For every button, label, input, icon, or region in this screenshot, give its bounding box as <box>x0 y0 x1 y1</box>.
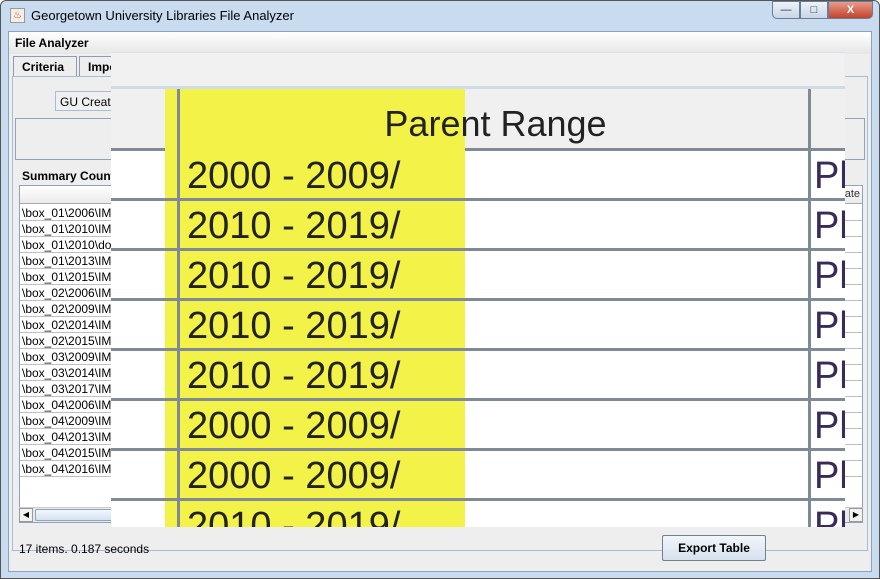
window-title: Georgetown University Libraries File Ana… <box>31 8 294 23</box>
column-divider <box>177 89 180 527</box>
export-table-button[interactable]: Export Table <box>662 535 766 561</box>
parent-range-cell: 2000 - 2009/ <box>187 405 401 447</box>
parent-range-cell: 2010 - 2019/ <box>187 355 401 397</box>
menu-file-analyzer[interactable]: File Analyzer <box>9 32 871 54</box>
magnified-overlay: Parent Range 2000 - 2009/Pl 2010 - 2019/P… <box>111 52 845 527</box>
close-button[interactable]: X <box>828 1 873 19</box>
status-text: 17 items. 0.187 seconds <box>19 542 150 556</box>
parent-range-cell: 2000 - 2009/ <box>187 155 401 197</box>
next-column-cell: Pl <box>814 305 845 347</box>
parent-range-cell: 2010 - 2019/ <box>187 255 401 297</box>
next-column-cell: Pl <box>814 255 845 297</box>
overlay-row: 2000 - 2009/Pl <box>111 151 845 201</box>
scroll-left-button[interactable]: ◀ <box>19 508 33 522</box>
next-column-cell: Pl <box>814 505 845 527</box>
next-column-cell: Pl <box>814 355 845 397</box>
next-column-cell: Pl <box>814 155 845 197</box>
title-bar: ♨ Georgetown University Libraries File A… <box>1 1 879 31</box>
scroll-right-button[interactable]: ▶ <box>849 508 863 522</box>
java-icon: ♨ <box>10 8 25 23</box>
overlay-row: 2010 - 2019/Pl <box>111 501 845 527</box>
next-column-cell: Pl <box>814 405 845 447</box>
summary-count-label: Summary Count <box>22 169 115 183</box>
parent-range-cell: 2010 - 2019/ <box>187 505 401 527</box>
column-header-date[interactable]: ate <box>843 186 862 202</box>
overlay-row: 2010 - 2019/Pl <box>111 201 845 251</box>
parent-range-header: Parent Range <box>384 103 607 144</box>
tab-criteria[interactable]: Criteria <box>13 56 77 76</box>
overlay-row: 2010 - 2019/Pl <box>111 301 845 351</box>
parent-range-cell: 2010 - 2019/ <box>187 205 401 247</box>
maximize-button[interactable]: □ <box>800 1 828 19</box>
overlay-row: 2010 - 2019/Pl <box>111 251 845 301</box>
column-divider <box>808 89 811 527</box>
overlay-row: 2000 - 2009/Pl <box>111 401 845 451</box>
parent-range-cell: 2010 - 2019/ <box>187 305 401 347</box>
overlay-top-band <box>111 53 845 89</box>
parent-range-cell: 2000 - 2009/ <box>187 455 401 497</box>
next-column-cell: Pl <box>814 455 845 497</box>
overlay-row: 2000 - 2009/Pl <box>111 451 845 501</box>
minimize-button[interactable]: — <box>772 1 800 19</box>
next-column-cell: Pl <box>814 205 845 247</box>
overlay-row: 2010 - 2019/Pl <box>111 351 845 401</box>
